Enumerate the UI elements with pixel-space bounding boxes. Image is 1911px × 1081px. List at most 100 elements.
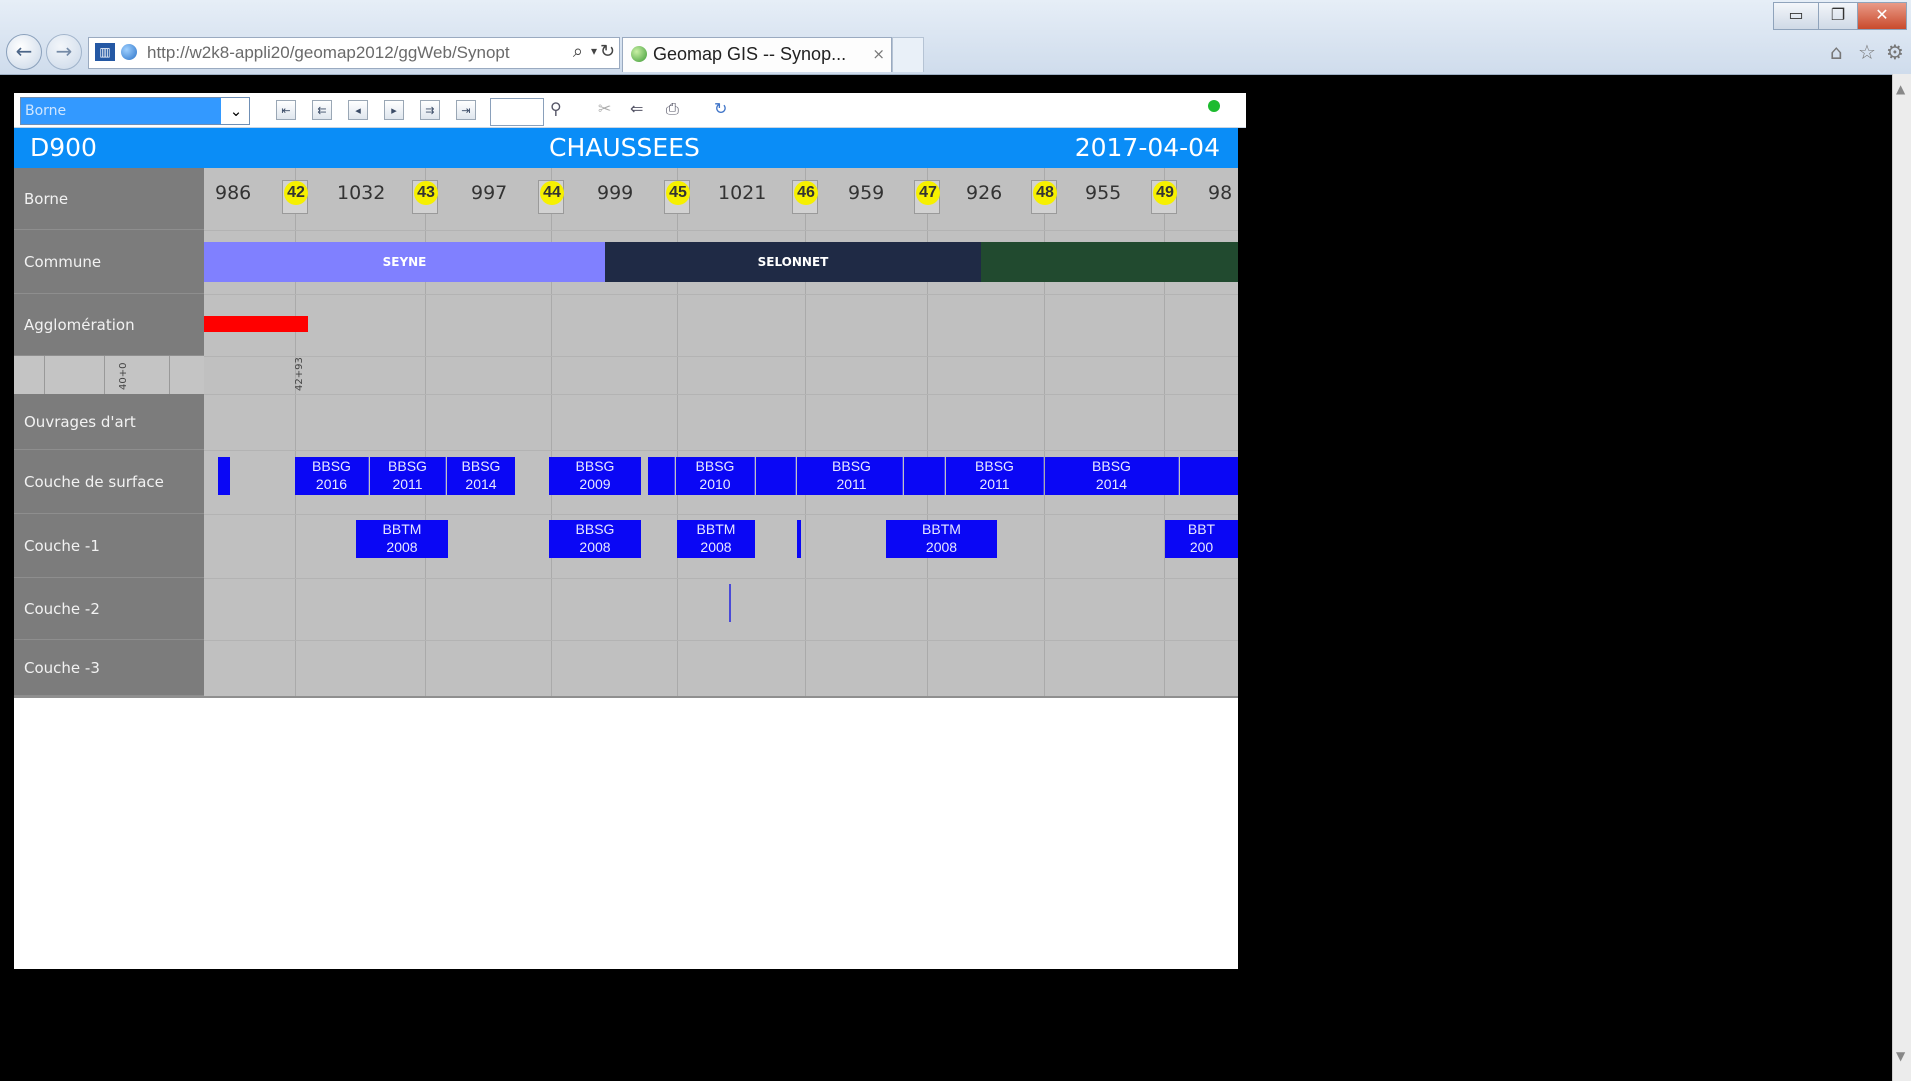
synoptic-toolbar: Borne ⌄ ⇤ ⇇ ◂ ▸ ⇉ ⇥ ⚲ ✂ ⇐ ⎙ ↻	[14, 93, 1246, 128]
page-scrollbar[interactable]: ▲ ▼	[1892, 74, 1911, 1081]
nav-prev-button[interactable]: ◂	[348, 100, 368, 120]
minimize-button[interactable]: ▭	[1773, 2, 1819, 30]
zoom-icon[interactable]: ⚲	[550, 99, 562, 118]
surface-layer-block[interactable]	[756, 457, 796, 495]
pr-distance: 98	[1208, 182, 1233, 204]
couche1-layer-block[interactable]	[797, 520, 801, 558]
refresh-icon[interactable]: ↻	[600, 41, 615, 62]
borne-number: 43	[414, 181, 438, 205]
borne-marker[interactable]: 45	[664, 180, 690, 214]
surface-layer-block[interactable]	[1180, 457, 1238, 495]
road-name: D900	[30, 133, 97, 162]
surface-layer-block[interactable]: BBSG 2010	[676, 457, 755, 495]
tab-close-icon[interactable]: ×	[872, 45, 885, 63]
couche1-layer-block[interactable]: BBTM 2008	[356, 520, 448, 558]
address-bar[interactable]: ▥ http://w2k8-appli20/geomap2012/ggWeb/S…	[88, 37, 620, 69]
close-icon: ✕	[1875, 5, 1889, 24]
borne-marker[interactable]: 46	[792, 180, 818, 214]
borne-marker[interactable]: 44	[538, 180, 564, 214]
synoptic-grid[interactable]: 986 1032 997 999 1021 959 926 955 98 42 …	[204, 168, 1238, 696]
surface-layer-block[interactable]: BBSG 2014	[1045, 457, 1179, 495]
refresh-data-icon[interactable]: ↻	[714, 99, 727, 118]
row-label-surface: Couche de surface	[14, 450, 204, 514]
browser-tab-active[interactable]: Geomap GIS -- Synop... ×	[622, 37, 892, 72]
surface-layer-block[interactable]	[904, 457, 945, 495]
borne-number: 44	[540, 181, 564, 205]
row-label-couche2: Couche -2	[14, 578, 204, 640]
agglomeration-bar[interactable]	[204, 316, 308, 332]
ie-page-icon	[121, 44, 137, 60]
view-selector-value[interactable]: Borne	[21, 98, 221, 124]
surface-layer-block[interactable]	[648, 457, 675, 495]
couche1-layer-block[interactable]: BBSG 2008	[549, 520, 641, 558]
forward-arrow-icon: →	[55, 39, 73, 63]
restore-icon: ❐	[1830, 5, 1846, 24]
borne-marker[interactable]: 43	[412, 180, 438, 214]
back-arrows-icon[interactable]: ⇐	[630, 99, 643, 118]
back-button[interactable]: ←	[6, 34, 42, 70]
offset-tick-label: 42+93	[294, 357, 305, 391]
nav-next-button[interactable]: ▸	[384, 100, 404, 120]
borne-number: 42	[284, 181, 308, 205]
cut-icon[interactable]: ✂	[598, 99, 611, 118]
tools-gear-icon[interactable]: ⚙	[1886, 40, 1904, 64]
borne-marker[interactable]: 42	[282, 180, 308, 214]
commune-segment[interactable]: SELONNET	[605, 242, 981, 282]
row-label-ouvrages: Ouvrages d'art	[14, 394, 204, 450]
forward-button[interactable]: →	[46, 34, 82, 70]
couche1-layer-block[interactable]: BBT 200	[1165, 520, 1238, 558]
couche1-layer-block[interactable]: BBTM 2008	[677, 520, 755, 558]
nav-first-button[interactable]: ⇤	[276, 100, 296, 120]
row-labels: Borne Commune Agglomération 40+0 Ouvrage…	[14, 168, 204, 696]
nav-last-button[interactable]: ⇥	[456, 100, 476, 120]
borne-number: 45	[666, 181, 690, 205]
surface-layer-block[interactable]: BBSG 2011	[946, 457, 1044, 495]
address-url[interactable]: http://w2k8-appli20/geomap2012/ggWeb/Syn…	[147, 43, 510, 63]
search-icon[interactable]: ⌕	[573, 41, 583, 62]
category-title: CHAUSSEES	[549, 133, 700, 162]
pr-distance: 997	[471, 182, 508, 204]
borne-marker[interactable]: 47	[914, 180, 940, 214]
surface-layer-block[interactable]: BBSG 2016	[295, 457, 369, 495]
commune-segment[interactable]: SEYNE	[204, 242, 605, 282]
scroll-up-icon[interactable]: ▲	[1896, 82, 1905, 96]
surface-layer-block[interactable]	[218, 457, 230, 495]
commune-segment[interactable]	[981, 242, 1238, 282]
offset-tick-label: 40+0	[118, 362, 129, 390]
synoptic-date: 2017-04-04	[1074, 133, 1220, 162]
surface-layer-block[interactable]: BBSG 2014	[447, 457, 515, 495]
address-dropdown-icon[interactable]: ▾	[591, 44, 597, 58]
new-tab-button[interactable]	[892, 37, 924, 72]
borne-marker[interactable]: 49	[1151, 180, 1177, 214]
nav-prev-page-button[interactable]: ⇇	[312, 100, 332, 120]
borne-number: 46	[794, 181, 818, 205]
synoptic-header: D900 CHAUSSEES 2017-04-04	[14, 128, 1238, 168]
home-icon[interactable]: ⌂	[1830, 40, 1843, 64]
window-close-button[interactable]: ✕	[1857, 2, 1907, 30]
row-label-agglomeration: Agglomération	[14, 294, 204, 356]
chevron-down-icon[interactable]: ⌄	[223, 98, 249, 124]
borne-number: 48	[1033, 181, 1057, 205]
position-input[interactable]	[490, 98, 544, 126]
surface-layer-block[interactable]: BBSG 2011	[370, 457, 446, 495]
status-indicator	[1208, 100, 1220, 112]
scroll-down-icon[interactable]: ▼	[1896, 1049, 1905, 1063]
row-label-borne: Borne	[14, 168, 204, 230]
back-arrow-icon: ←	[15, 39, 33, 63]
couche2-layer-mark[interactable]	[729, 584, 731, 622]
favorites-star-icon[interactable]: ☆	[1858, 40, 1876, 64]
couche1-layer-block[interactable]: BBTM 2008	[886, 520, 997, 558]
row-label-commune: Commune	[14, 230, 204, 294]
nav-next-page-button[interactable]: ⇉	[420, 100, 440, 120]
tab-favicon-icon	[631, 46, 647, 62]
pr-distance: 955	[1085, 182, 1122, 204]
borne-number: 49	[1153, 181, 1177, 205]
pr-distance: 1032	[337, 182, 386, 204]
surface-layer-block[interactable]: BBSG 2009	[549, 457, 641, 495]
tab-title: Geomap GIS -- Synop...	[653, 44, 847, 64]
restore-button[interactable]: ❐	[1818, 2, 1858, 30]
print-icon[interactable]: ⎙	[666, 99, 679, 119]
surface-layer-block[interactable]: BBSG 2011	[801, 457, 903, 495]
borne-marker[interactable]: 48	[1031, 180, 1057, 214]
view-selector[interactable]: Borne ⌄	[20, 97, 250, 125]
